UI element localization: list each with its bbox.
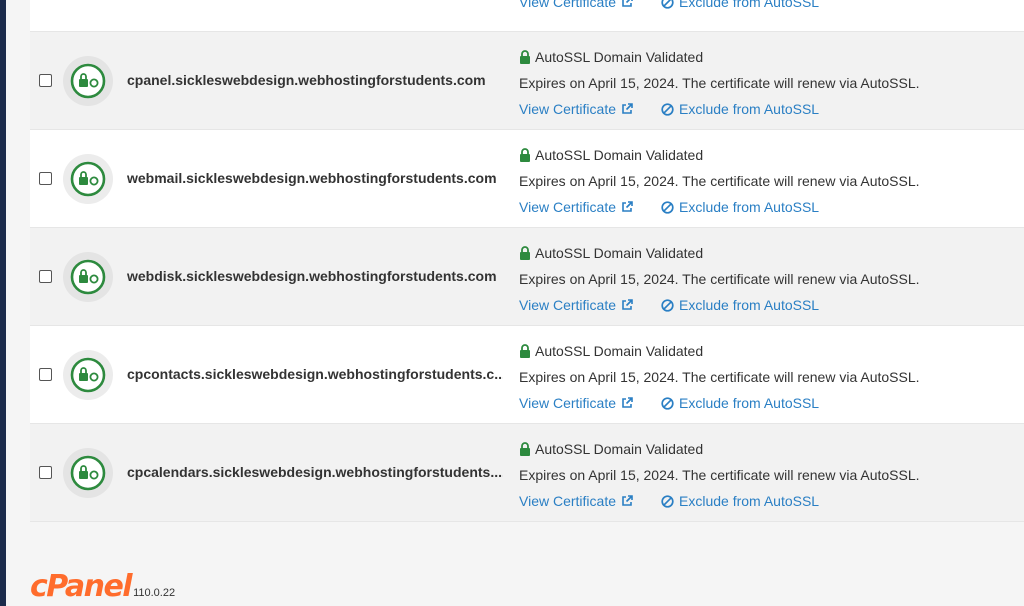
exclude-autossl-link[interactable]: Exclude from AutoSSL [661,390,819,416]
table-row: cpcalendars.sickleswebdesign.webhostingf… [30,424,1024,522]
external-link-icon [622,397,633,408]
expiration-text: Expires on April 15, 2024. The certifica… [519,467,920,483]
table-row: cpanel.sickleswebdesign.webhostingforstu… [30,32,1024,130]
left-sidebar-edge [0,0,6,606]
certificate-actions: View Certificate Exclude from AutoSSL [519,194,920,220]
exclude-autossl-link[interactable]: Exclude from AutoSSL [661,488,819,514]
lock-sync-icon [63,350,113,400]
table-row-partial: View Certificate Exclude from AutoSSL [30,0,1024,32]
lock-icon [520,442,530,456]
domain-name: webdisk.sickleswebdesign.webhostingforst… [127,268,497,284]
lock-sync-icon [63,154,113,204]
view-certificate-link[interactable]: View Certificate [519,0,633,10]
version-number: 110.0.22 [133,587,176,599]
footer: cPanel 110.0.22 [30,572,175,602]
status-text: AutoSSL Domain Validated [535,245,704,261]
expiration-text: Expires on April 15, 2024. The certifica… [519,173,920,189]
certificate-status: AutoSSL Domain Validated Expires on Apri… [519,240,920,318]
lock-sync-icon [63,448,113,498]
row-checkbox[interactable] [39,74,52,87]
view-certificate-link[interactable]: View Certificate [519,390,633,416]
external-link-icon [622,201,633,212]
exclude-autossl-link[interactable]: Exclude from AutoSSL [661,194,819,220]
expiration-text: Expires on April 15, 2024. The certifica… [519,369,920,385]
view-certificate-link[interactable]: View Certificate [519,194,633,220]
lock-icon [520,246,530,260]
status-text: AutoSSL Domain Validated [535,147,704,163]
table-row: cpcontacts.sickleswebdesign.webhostingfo… [30,326,1024,424]
exclude-autossl-link[interactable]: Exclude from AutoSSL [661,292,819,318]
certificate-status: AutoSSL Domain Validated Expires on Apri… [519,338,920,416]
ban-icon [661,200,674,214]
certificate-table: View Certificate Exclude from AutoSSL cp… [30,0,1024,522]
exclude-autossl-link[interactable]: Exclude from AutoSSL [661,0,819,10]
ban-icon [661,0,674,9]
expiration-text: Expires on April 15, 2024. The certifica… [519,75,920,91]
certificate-actions: View Certificate Exclude from AutoSSL [519,488,920,514]
row-checkbox[interactable] [39,270,52,283]
ban-icon [661,102,674,116]
external-link-icon [622,103,633,114]
expiration-text: Expires on April 15, 2024. The certifica… [519,271,920,287]
status-text: AutoSSL Domain Validated [535,49,704,65]
table-row: webmail.sickleswebdesign.webhostingforst… [30,130,1024,228]
status-text: AutoSSL Domain Validated [535,343,704,359]
domain-name: webmail.sickleswebdesign.webhostingforst… [127,170,497,186]
view-certificate-link[interactable]: View Certificate [519,488,633,514]
cpanel-logo: cPanel [30,569,133,604]
external-link-icon [622,495,633,506]
lock-icon [520,50,530,64]
lock-sync-icon [63,252,113,302]
certificate-actions: View Certificate Exclude from AutoSSL [519,292,920,318]
domain-name: cpcalendars.sickleswebdesign.webhostingf… [127,464,503,480]
domain-name: cpanel.sickleswebdesign.webhostingforstu… [127,72,486,88]
certificate-actions: View Certificate Exclude from AutoSSL [519,96,920,122]
external-link-icon [622,0,633,7]
lock-icon [520,148,530,162]
certificate-actions: View Certificate Exclude from AutoSSL [519,0,819,10]
certificate-actions: View Certificate Exclude from AutoSSL [519,390,920,416]
lock-sync-icon [63,56,113,106]
table-row: webdisk.sickleswebdesign.webhostingforst… [30,228,1024,326]
domain-name: cpcontacts.sickleswebdesign.webhostingfo… [127,366,503,382]
certificate-status: AutoSSL Domain Validated Expires on Apri… [519,436,920,514]
certificate-status: AutoSSL Domain Validated Expires on Apri… [519,142,920,220]
row-checkbox[interactable] [39,466,52,479]
status-text: AutoSSL Domain Validated [535,441,704,457]
ban-icon [661,298,674,312]
row-checkbox[interactable] [39,172,52,185]
view-certificate-link[interactable]: View Certificate [519,96,633,122]
lock-icon [520,344,530,358]
ban-icon [661,396,674,410]
external-link-icon [622,299,633,310]
ban-icon [661,494,674,508]
view-certificate-link[interactable]: View Certificate [519,292,633,318]
certificate-status: AutoSSL Domain Validated Expires on Apri… [519,44,920,122]
exclude-autossl-link[interactable]: Exclude from AutoSSL [661,96,819,122]
row-checkbox[interactable] [39,368,52,381]
